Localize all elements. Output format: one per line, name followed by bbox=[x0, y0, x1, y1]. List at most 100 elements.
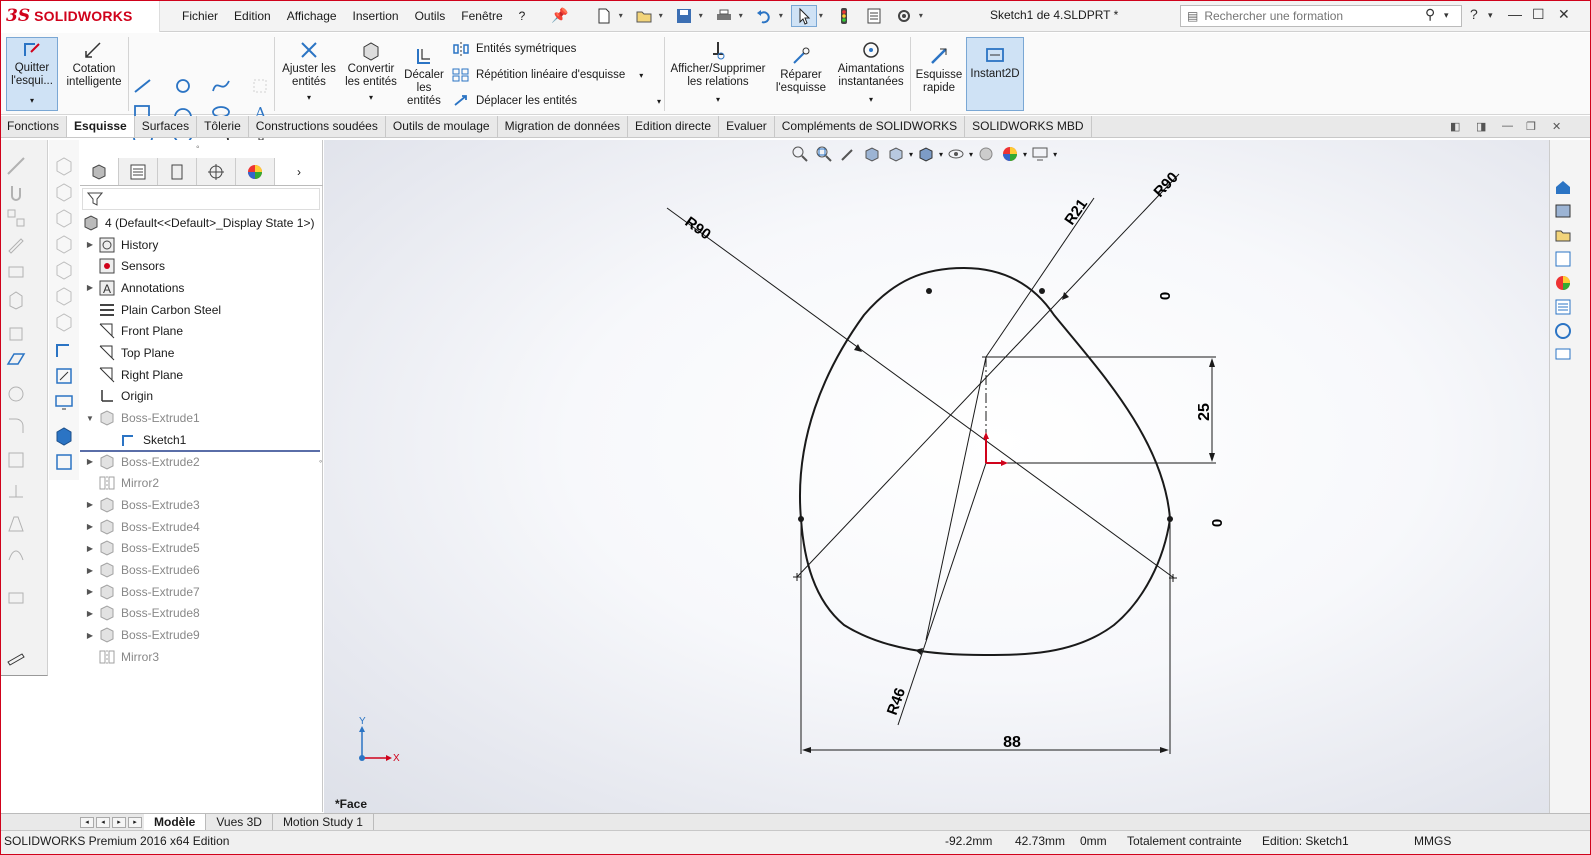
trim-entities-button[interactable]: Ajuster les entités ▾ bbox=[278, 39, 340, 104]
save-button[interactable] bbox=[671, 5, 697, 27]
tab-3d-views[interactable]: Vues 3D bbox=[206, 813, 273, 831]
menu-window[interactable]: Fenêtre bbox=[453, 9, 510, 23]
expand-arrow-icon[interactable]: ▶ bbox=[82, 240, 98, 249]
chevron-down-icon[interactable]: ▾ bbox=[699, 11, 703, 20]
sketch-icon[interactable] bbox=[54, 340, 74, 360]
dim-r46-label[interactable]: R46 bbox=[884, 686, 909, 718]
close-icon[interactable]: ✕ bbox=[1558, 6, 1570, 23]
tab-propertymanager[interactable] bbox=[119, 158, 158, 185]
tab-direct-editing[interactable]: Edition directe bbox=[628, 116, 720, 137]
chevron-down-icon[interactable]: ▾ bbox=[657, 97, 661, 106]
exit-sketch-button[interactable]: Quitter l'esqui... ▾ bbox=[6, 37, 58, 111]
close-doc-icon[interactable]: ✕ bbox=[1552, 120, 1561, 133]
fillet-icon[interactable] bbox=[6, 416, 26, 436]
chevron-down-icon[interactable]: ▾ bbox=[619, 11, 623, 20]
tree-item-boss-extrude1[interactable]: ▼ Boss-Extrude1 bbox=[82, 408, 200, 429]
chevron-right-icon[interactable]: › bbox=[275, 158, 323, 185]
options-button[interactable] bbox=[891, 5, 917, 27]
extrude-icon[interactable] bbox=[6, 290, 26, 310]
panel-collapse-icon[interactable]: ◦ bbox=[319, 456, 322, 466]
tree-item-boss-extrude4[interactable]: ▶ Boss-Extrude4 bbox=[82, 516, 200, 537]
tile-left-icon[interactable]: ◧ bbox=[1450, 120, 1460, 133]
chevron-down-icon[interactable]: ▾ bbox=[307, 91, 311, 104]
tab-motion-study[interactable]: Motion Study 1 bbox=[273, 813, 374, 831]
dim-r21-label[interactable]: R21 bbox=[1061, 196, 1091, 228]
select-button[interactable] bbox=[790, 4, 817, 27]
move-entities-button[interactable]: Déplacer les entités ▾ bbox=[452, 93, 661, 109]
tab-sketch[interactable]: Esquisse bbox=[67, 116, 135, 137]
tab-addins[interactable]: Compléments de SOLIDWORKS bbox=[775, 116, 966, 137]
offset-entities-button[interactable]: Décaler les entités bbox=[402, 45, 446, 108]
sketch-origin[interactable] bbox=[985, 436, 1004, 464]
tree-item-annotations[interactable]: ▶ A Annotations bbox=[82, 277, 184, 298]
tree-item-mirror3[interactable]: Mirror3 bbox=[82, 646, 159, 667]
last-tab-icon[interactable]: ▸ bbox=[128, 816, 142, 828]
sketch-point[interactable] bbox=[798, 516, 804, 522]
draft-icon[interactable] bbox=[6, 514, 26, 534]
plane-icon[interactable] bbox=[6, 350, 26, 370]
chevron-down-icon[interactable]: ▾ bbox=[30, 94, 34, 107]
mirror-entities-button[interactable]: Entités symétriques bbox=[452, 41, 576, 57]
attach-icon[interactable] bbox=[6, 182, 26, 202]
search-icon[interactable]: ⚲ bbox=[1425, 6, 1435, 23]
dim-25-label[interactable]: 25 bbox=[1196, 403, 1213, 421]
linear-pattern-button[interactable]: Répétition linéaire d'esquisse ▾ bbox=[452, 67, 643, 83]
tab-mbd[interactable]: SOLIDWORKS MBD bbox=[965, 116, 1092, 137]
expand-arrow-icon[interactable]: ▶ bbox=[82, 544, 98, 553]
rib-icon[interactable] bbox=[6, 482, 26, 502]
tab-surfaces[interactable]: Surfaces bbox=[135, 116, 198, 137]
construction-geometry-icon[interactable] bbox=[250, 77, 272, 95]
tree-item-boss-extrude5[interactable]: ▶ Boss-Extrude5 bbox=[82, 538, 200, 559]
dim-zero-top-label[interactable]: 0 bbox=[1157, 292, 1174, 300]
tree-item-boss-extrude3[interactable]: ▶ Boss-Extrude3 bbox=[82, 494, 200, 515]
tab-model[interactable]: Modèle bbox=[144, 813, 207, 831]
menu-file[interactable]: Fichier bbox=[174, 9, 226, 23]
tile-right-icon[interactable]: ◨ bbox=[1476, 120, 1486, 133]
part-icon[interactable] bbox=[54, 426, 74, 446]
quick-snaps-button[interactable]: Aimantations instantanées ▾ bbox=[834, 39, 908, 106]
display-state-icon[interactable] bbox=[54, 452, 74, 472]
pin-icon[interactable]: 📌 bbox=[551, 7, 568, 24]
tree-item-top-plane[interactable]: Top Plane bbox=[82, 343, 174, 364]
view-palette-icon[interactable] bbox=[1554, 250, 1572, 268]
rollback-bar[interactable] bbox=[80, 450, 320, 452]
tree-filter[interactable] bbox=[82, 188, 320, 210]
restore-doc-icon[interactable]: ❐ bbox=[1526, 120, 1536, 133]
chevron-down-icon[interactable]: ▾ bbox=[919, 11, 923, 20]
edit-sketch-icon[interactable] bbox=[54, 366, 74, 386]
tab-dimxpert[interactable] bbox=[197, 158, 236, 185]
tree-item-boss-extrude7[interactable]: ▶ Boss-Extrude7 bbox=[82, 581, 200, 602]
display-icon[interactable] bbox=[54, 392, 74, 412]
tab-evaluate[interactable]: Evaluer bbox=[719, 116, 775, 137]
feature-icon[interactable] bbox=[6, 260, 26, 280]
tree-item-boss-extrude8[interactable]: ▶ Boss-Extrude8 bbox=[82, 603, 200, 624]
sketch-edit-icon[interactable] bbox=[6, 234, 26, 254]
sketch-point[interactable] bbox=[1167, 516, 1173, 522]
file-properties-button[interactable] bbox=[861, 5, 887, 27]
spline-tool-icon[interactable] bbox=[210, 77, 232, 95]
tree-item-origin[interactable]: Origin bbox=[82, 386, 153, 407]
minimize-icon[interactable]: — bbox=[1508, 6, 1522, 22]
line-icon[interactable] bbox=[6, 156, 26, 176]
reference-icon[interactable] bbox=[6, 384, 26, 404]
curve-icon[interactable] bbox=[6, 544, 26, 564]
tab-sheet-metal[interactable]: Tôlerie bbox=[197, 116, 249, 137]
home-icon[interactable] bbox=[1554, 178, 1572, 196]
menu-edit[interactable]: Edition bbox=[226, 9, 279, 23]
tree-item-boss-extrude6[interactable]: ▶ Boss-Extrude6 bbox=[82, 560, 200, 581]
chevron-down-icon[interactable]: ▾ bbox=[869, 93, 873, 106]
expand-arrow-icon[interactable]: ▶ bbox=[82, 522, 98, 531]
expand-arrow-icon[interactable]: ▶ bbox=[82, 631, 98, 640]
maximize-icon[interactable]: ☐ bbox=[1532, 6, 1545, 23]
part-root[interactable]: 4 (Default<<Default>_Display State 1>) bbox=[82, 212, 314, 233]
r90-left-leader[interactable] bbox=[666, 207, 1175, 579]
dim-88-label[interactable]: 88 bbox=[1003, 734, 1021, 751]
sketch-profile[interactable] bbox=[799, 266, 1172, 657]
new-document-button[interactable] bbox=[591, 5, 617, 27]
chevron-down-icon[interactable]: ▾ bbox=[639, 71, 643, 80]
first-tab-icon[interactable]: ◂ bbox=[80, 816, 94, 828]
instant2d-button[interactable]: Instant2D bbox=[966, 37, 1024, 111]
dim-zero-bottom-label[interactable]: 0 bbox=[1209, 519, 1226, 527]
r21-to-r46-line[interactable] bbox=[925, 356, 987, 641]
print-button[interactable] bbox=[711, 5, 737, 27]
